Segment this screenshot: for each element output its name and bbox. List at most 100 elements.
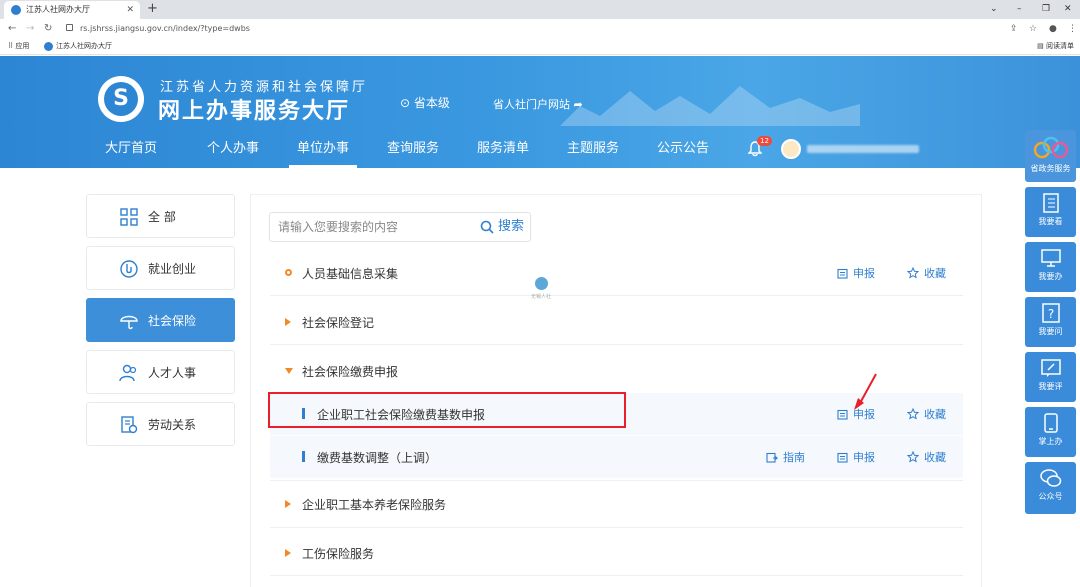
category-label: 人才人事 — [148, 366, 197, 380]
menu-kebab-icon[interactable]: ⋮ — [1068, 22, 1077, 36]
apply-button[interactable]: 申报 — [837, 252, 875, 294]
profile-icon[interactable]: ● — [1049, 22, 1057, 36]
tab-search-icon[interactable]: ⌄ — [990, 0, 998, 18]
guide-button[interactable]: 指南 — [766, 436, 805, 478]
search-input[interactable] — [270, 213, 470, 241]
top-navigation: 大厅首页 个人办事 单位办事 查询服务 服务清单 主题服务 公示公告 12 — [0, 130, 1080, 168]
annotation-arrow-icon — [854, 373, 877, 410]
address-bar: ← → ↻ rs.jshrss.jiangsu.gov.cn/index/?ty… — [0, 19, 1080, 39]
back-icon[interactable]: ← — [8, 21, 16, 37]
category-labor[interactable]: 劳动关系 — [86, 402, 235, 446]
service-title: 社会保险缴费申报 — [302, 364, 399, 379]
nav-item-query[interactable]: 查询服务 — [374, 130, 452, 168]
tab-title: 江苏人社网办大厅 — [26, 5, 90, 14]
new-tab-button[interactable]: + — [147, 0, 158, 18]
float-wechat[interactable]: 公众号 — [1025, 462, 1076, 514]
collapse-arrow-icon[interactable] — [285, 368, 293, 374]
region-selector[interactable]: ⊙ 省本级 — [400, 94, 450, 111]
bookmark-site[interactable]: 江苏人社网办大厅 — [44, 39, 112, 54]
portal-link[interactable]: 省人社门户网站 ➦ — [493, 96, 583, 112]
row-divider — [270, 344, 963, 345]
category-label: 社会保险 — [148, 314, 197, 328]
expand-arrow-icon[interactable] — [285, 500, 291, 508]
category-social-insurance[interactable]: 社会保险 — [86, 298, 235, 342]
user-avatar[interactable] — [781, 139, 801, 159]
service-title: 缴费基数调整（上调） — [317, 450, 438, 465]
service-subrow-base-adjust[interactable]: 缴费基数调整（上调） 指南 申报 收藏 — [270, 436, 963, 478]
row-divider — [270, 480, 963, 481]
reload-icon[interactable]: ↻ — [44, 21, 52, 37]
edit-comment-icon — [1040, 359, 1061, 377]
star-icon — [907, 408, 919, 420]
umbrella-icon — [120, 315, 138, 330]
favorite-button[interactable]: 收藏 — [907, 393, 946, 435]
hall-name: 网上办事服务大厅 — [158, 99, 351, 124]
float-want-do[interactable]: 我要办 — [1025, 242, 1076, 292]
expand-arrow-icon[interactable] — [285, 318, 291, 326]
service-row-pension[interactable]: 企业职工基本养老保险服务 — [270, 484, 963, 524]
bullet-circle-icon — [285, 269, 292, 276]
category-all[interactable]: 全 部 — [86, 194, 235, 238]
form-icon — [837, 409, 848, 420]
watermark-logo-icon — [534, 277, 548, 290]
tab-close-icon[interactable]: ✕ — [126, 1, 134, 19]
form-icon — [837, 268, 848, 279]
service-title: 企业职工基本养老保险服务 — [302, 497, 447, 512]
search-icon — [480, 220, 494, 234]
browser-tab[interactable]: 江苏人社网办大厅 ✕ — [4, 1, 140, 19]
minimize-icon[interactable]: – — [1017, 0, 1022, 18]
float-gov-service[interactable]: 省政务服务 — [1025, 130, 1076, 182]
expand-arrow-icon[interactable] — [285, 549, 291, 557]
gov-service-logo-icon — [1033, 136, 1068, 159]
category-label: 全 部 — [148, 210, 176, 224]
forward-icon[interactable]: → — [26, 21, 34, 37]
browser-tabbar: 江苏人社网办大厅 ✕ + ⌄ – ❐ ✕ — [0, 0, 1080, 19]
people-icon — [119, 364, 137, 382]
float-want-evaluate[interactable]: 我要评 — [1025, 352, 1076, 402]
nav-item-home[interactable]: 大厅首页 — [92, 130, 170, 168]
username-redacted[interactable] — [807, 145, 919, 153]
float-want-see[interactable]: 我要看 — [1025, 187, 1076, 237]
nav-item-service-list[interactable]: 服务清单 — [464, 130, 542, 168]
site-logo[interactable]: S — [98, 76, 144, 122]
grid-icon — [120, 208, 138, 226]
logo-emblem-icon: S — [104, 82, 138, 116]
highlight-box — [268, 392, 626, 428]
watermark: 无锡人社 — [524, 277, 558, 300]
float-want-ask[interactable]: ? 我要问 — [1025, 297, 1076, 347]
nav-item-unit[interactable]: 单位办事 — [289, 130, 357, 168]
subitem-bar-icon — [302, 451, 305, 462]
skyline-decoration — [560, 86, 860, 126]
external-link-icon: ➦ — [573, 98, 583, 111]
star-icon — [907, 267, 919, 279]
service-row-registration[interactable]: 社会保险登记 — [270, 302, 963, 342]
nav-item-notices[interactable]: 公示公告 — [644, 130, 722, 168]
share-icon[interactable]: ⇪ — [1010, 22, 1018, 36]
svg-text:?: ? — [1047, 307, 1053, 321]
nav-item-topics[interactable]: 主题服务 — [554, 130, 632, 168]
nav-item-personal[interactable]: 个人办事 — [194, 130, 272, 168]
favorite-button[interactable]: 收藏 — [907, 252, 946, 294]
float-mobile[interactable]: 掌上办 — [1025, 407, 1076, 457]
search-button[interactable]: 搜索 — [480, 213, 524, 241]
book-icon — [1042, 193, 1059, 213]
service-row-work-injury[interactable]: 工伤保险服务 — [270, 533, 963, 573]
window-close-icon[interactable]: ✕ — [1064, 0, 1072, 18]
apply-button[interactable]: 申报 — [837, 436, 875, 478]
restore-icon[interactable]: ❐ — [1042, 0, 1050, 18]
reading-list-button[interactable]: ▤ 阅读清单 — [1037, 39, 1074, 54]
notification-badge: 12 — [757, 136, 772, 146]
question-icon: ? — [1041, 303, 1060, 323]
bookmark-apps[interactable]: ⠿ 应用 — [8, 39, 29, 54]
phone-icon — [1043, 413, 1058, 433]
category-label: 就业创业 — [148, 262, 197, 276]
category-employment[interactable]: 就业创业 — [86, 246, 235, 290]
wechat-icon — [1039, 469, 1061, 487]
row-divider — [270, 575, 963, 576]
service-row-basic-info[interactable]: 人员基础信息采集 申报 收藏 — [270, 252, 963, 294]
site-favicon-icon — [11, 5, 21, 15]
url-field[interactable]: rs.jshrss.jiangsu.gov.cn/index/?type=dwb… — [66, 21, 996, 37]
category-talent[interactable]: 人才人事 — [86, 350, 235, 394]
bookmark-star-icon[interactable]: ☆ — [1029, 22, 1037, 36]
favorite-button[interactable]: 收藏 — [907, 436, 946, 478]
